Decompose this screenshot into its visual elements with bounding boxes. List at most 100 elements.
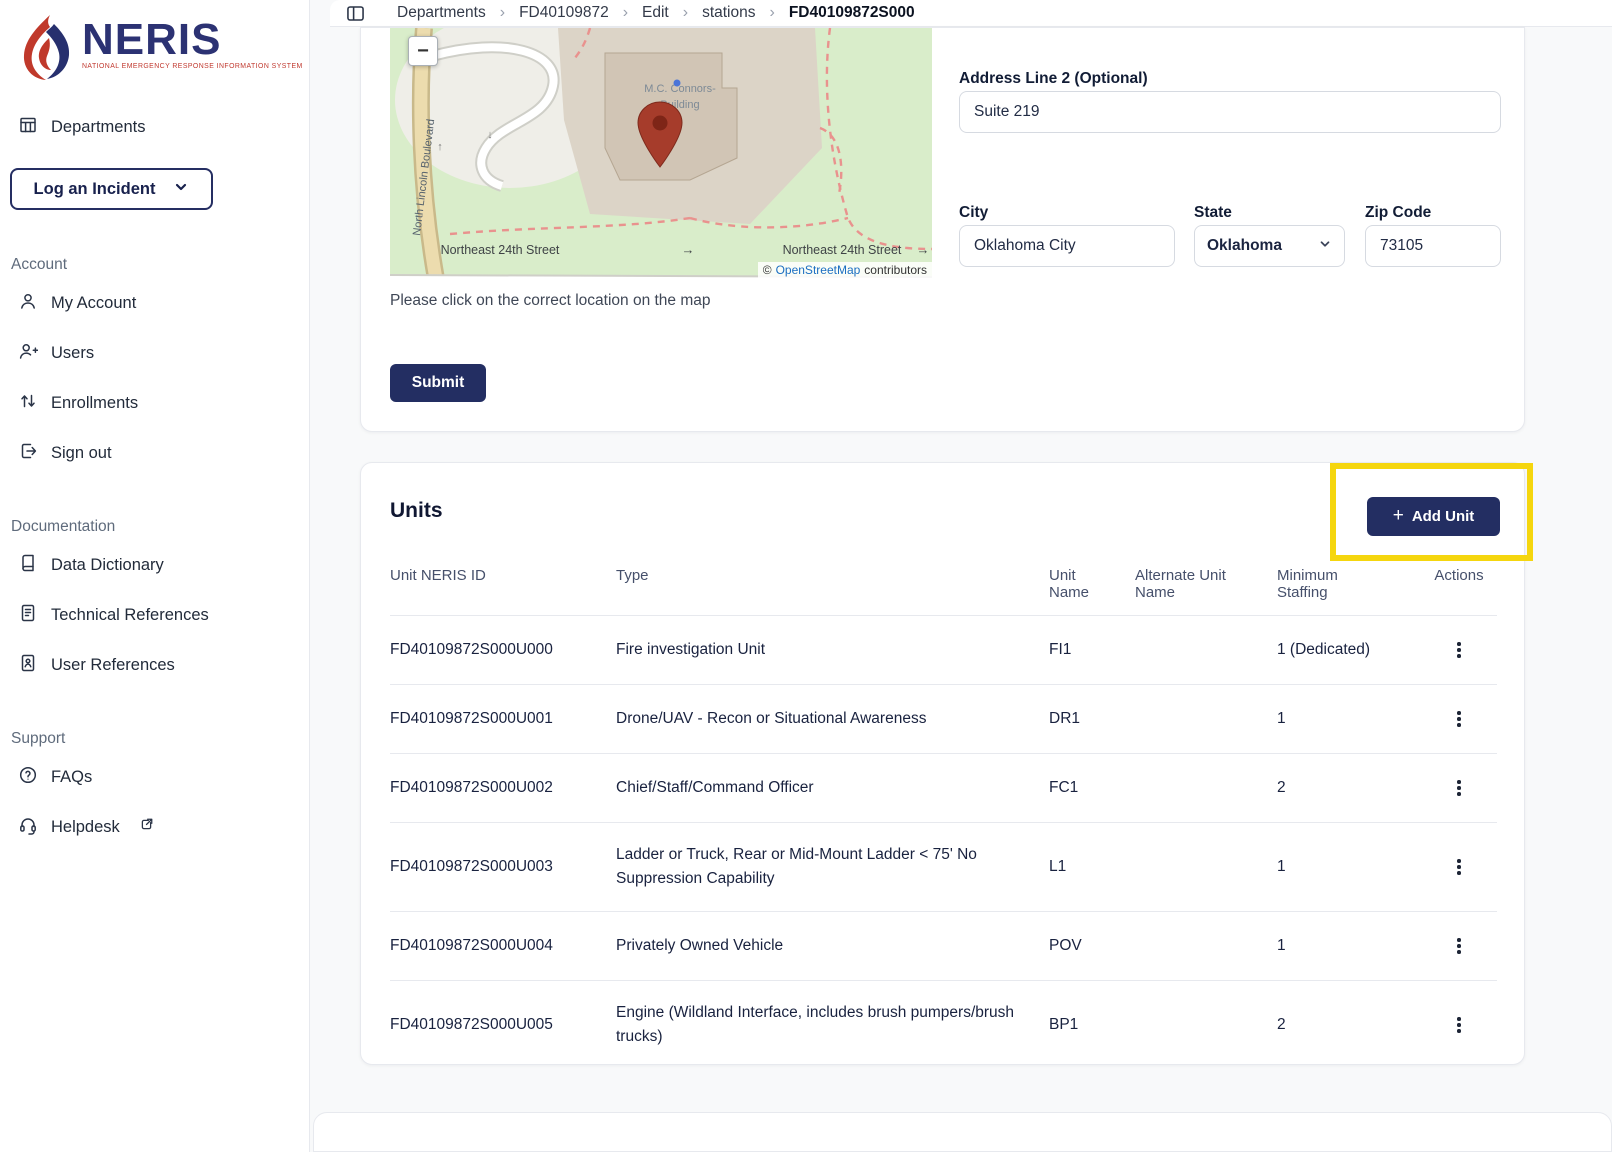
- unit-table-row: FD40109872S000U001 Drone/UAV - Recon or …: [390, 685, 1497, 754]
- unit-table-row: FD40109872S000U004 Privately Owned Vehic…: [390, 912, 1497, 981]
- sidebar-item-data-dictionary[interactable]: Data Dictionary: [0, 540, 309, 590]
- sidebar-item-label: Users: [51, 344, 94, 363]
- book-icon: [18, 553, 38, 578]
- unit-neris-id-cell: FD40109872S000U000: [390, 616, 616, 685]
- min-staffing-cell: 1: [1277, 685, 1421, 754]
- map-arrow: →: [917, 242, 930, 257]
- neris-logo[interactable]: NERIS NATIONAL EMERGENCY RESPONSE INFORM…: [0, 0, 309, 90]
- unit-name-cell: FC1: [1049, 754, 1135, 823]
- row-actions-kebab-button[interactable]: [1445, 705, 1473, 733]
- city-input[interactable]: [959, 225, 1175, 267]
- breadcrumb-separator: ›: [500, 4, 505, 22]
- state-select[interactable]: Oklahoma: [1194, 225, 1345, 267]
- row-actions-kebab-button[interactable]: [1445, 853, 1473, 881]
- unit-neris-id-cell: FD40109872S000U002: [390, 754, 616, 823]
- alt-unit-name-cell: [1135, 912, 1277, 981]
- document-person-icon: [18, 653, 38, 678]
- sidebar-item-user-references[interactable]: User References: [0, 640, 309, 690]
- section-label-account: Account: [0, 252, 309, 278]
- unit-type-cell: Ladder or Truck, Rear or Mid-Mount Ladde…: [616, 823, 1049, 912]
- station-form-card: ↓ ↑ M.C. Connors- Building North Lincoln…: [360, 27, 1525, 432]
- sidebar-item-departments[interactable]: Departments: [0, 104, 309, 150]
- breadcrumb-department-id[interactable]: FD40109872: [519, 4, 609, 22]
- col-header-minimum-staffing: Minimum Staffing: [1277, 557, 1421, 616]
- units-table: Unit NERIS ID Type Unit Name Alternate U…: [390, 557, 1497, 1069]
- sidebar-item-enrollments[interactable]: Enrollments: [0, 378, 309, 428]
- state-select-value: Oklahoma: [1207, 237, 1282, 255]
- alt-unit-name-cell: [1135, 981, 1277, 1070]
- sidebar-toggle-button[interactable]: [345, 2, 367, 24]
- breadcrumb-bar: Departments › FD40109872 › Edit › statio…: [330, 0, 1612, 27]
- zip-code-input[interactable]: [1365, 225, 1501, 267]
- logo-subtitle: NATIONAL EMERGENCY RESPONSE INFORMATION …: [82, 63, 303, 70]
- log-incident-button[interactable]: Log an Incident: [10, 168, 213, 210]
- unit-table-row: FD40109872S000U005 Engine (Wildland Inte…: [390, 981, 1497, 1070]
- sidebar-item-technical-references[interactable]: Technical References: [0, 590, 309, 640]
- sidebar-item-label: User References: [51, 656, 175, 675]
- unit-name-cell: BP1: [1049, 981, 1135, 1070]
- sort-arrows-icon: [18, 391, 38, 416]
- section-label-documentation: Documentation: [0, 514, 309, 540]
- person-icon: [18, 291, 38, 316]
- units-table-header-row: Unit NERIS ID Type Unit Name Alternate U…: [390, 557, 1497, 616]
- svg-text:↑: ↑: [437, 141, 443, 153]
- min-staffing-cell: 1: [1277, 823, 1421, 912]
- sidebar-item-sign-out[interactable]: Sign out: [0, 428, 309, 478]
- sidebar-item-my-account[interactable]: My Account: [0, 278, 309, 328]
- map-arrow: →: [682, 242, 695, 257]
- svg-text:↓: ↓: [487, 129, 493, 141]
- breadcrumb-separator: ›: [623, 4, 628, 22]
- headset-icon: [18, 815, 38, 840]
- sidebar-item-users[interactable]: Users: [0, 328, 309, 378]
- breadcrumb-edit[interactable]: Edit: [642, 4, 669, 22]
- min-staffing-cell: 2: [1277, 754, 1421, 823]
- openstreetmap-link[interactable]: OpenStreetMap: [776, 263, 861, 277]
- row-actions-kebab-button[interactable]: [1445, 1011, 1473, 1039]
- row-actions-kebab-button[interactable]: [1445, 774, 1473, 802]
- submit-button[interactable]: Submit: [390, 364, 486, 402]
- sidebar-item-faqs[interactable]: FAQs: [0, 752, 309, 802]
- location-map[interactable]: ↓ ↑ M.C. Connors- Building North Lincoln…: [390, 28, 932, 279]
- map-street-label: Northeast 24th Street: [783, 243, 902, 257]
- breadcrumb-separator: ›: [683, 4, 688, 22]
- sidebar-item-label: Departments: [51, 118, 145, 137]
- add-unit-button[interactable]: + Add Unit: [1367, 497, 1500, 536]
- panel-toggle-icon: [345, 3, 366, 24]
- row-actions-kebab-button[interactable]: [1445, 636, 1473, 664]
- unit-name-cell: FI1: [1049, 616, 1135, 685]
- sign-out-icon: [18, 441, 38, 466]
- sidebar-item-helpdesk[interactable]: Helpdesk: [0, 802, 309, 852]
- unit-name-cell: POV: [1049, 912, 1135, 981]
- unit-table-row: FD40109872S000U002 Chief/Staff/Command O…: [390, 754, 1497, 823]
- log-incident-label: Log an Incident: [34, 180, 156, 199]
- min-staffing-cell: 1 (Dedicated): [1277, 616, 1421, 685]
- plus-icon: +: [1393, 505, 1404, 527]
- breadcrumb-departments[interactable]: Departments: [397, 4, 486, 22]
- breadcrumb-station-id: FD40109872S000: [789, 4, 915, 22]
- sidebar-item-label: Sign out: [51, 444, 112, 463]
- row-actions-kebab-button[interactable]: [1445, 932, 1473, 960]
- section-label-support: Support: [0, 726, 309, 752]
- sidebar-item-label: Enrollments: [51, 394, 138, 413]
- unit-type-cell: Chief/Staff/Command Officer: [616, 754, 1049, 823]
- map-attribution: © OpenStreetMap contributors: [758, 262, 932, 279]
- breadcrumb-stations[interactable]: stations: [702, 4, 755, 22]
- chevron-down-icon: [1318, 237, 1332, 256]
- units-title: Units: [390, 499, 443, 523]
- alt-unit-name-cell: [1135, 616, 1277, 685]
- unit-type-cell: Privately Owned Vehicle: [616, 912, 1049, 981]
- question-circle-icon: [18, 765, 38, 790]
- breadcrumb: Departments › FD40109872 › Edit › statio…: [397, 4, 915, 22]
- unit-neris-id-cell: FD40109872S000U005: [390, 981, 616, 1070]
- flame-logo-icon: [16, 12, 78, 89]
- map-building-label: M.C. Connors-: [644, 83, 716, 95]
- add-unit-label: Add Unit: [1412, 508, 1474, 525]
- logo-title: NERIS: [82, 18, 303, 62]
- bottom-bar: [313, 1112, 1612, 1152]
- unit-neris-id-cell: FD40109872S000U003: [390, 823, 616, 912]
- departments-grid-icon: [18, 115, 38, 140]
- map-zoom-out-button[interactable]: −: [408, 36, 438, 66]
- address-line2-input[interactable]: [959, 91, 1501, 133]
- unit-neris-id-cell: FD40109872S000U004: [390, 912, 616, 981]
- sidebar: NERIS NATIONAL EMERGENCY RESPONSE INFORM…: [0, 0, 310, 1152]
